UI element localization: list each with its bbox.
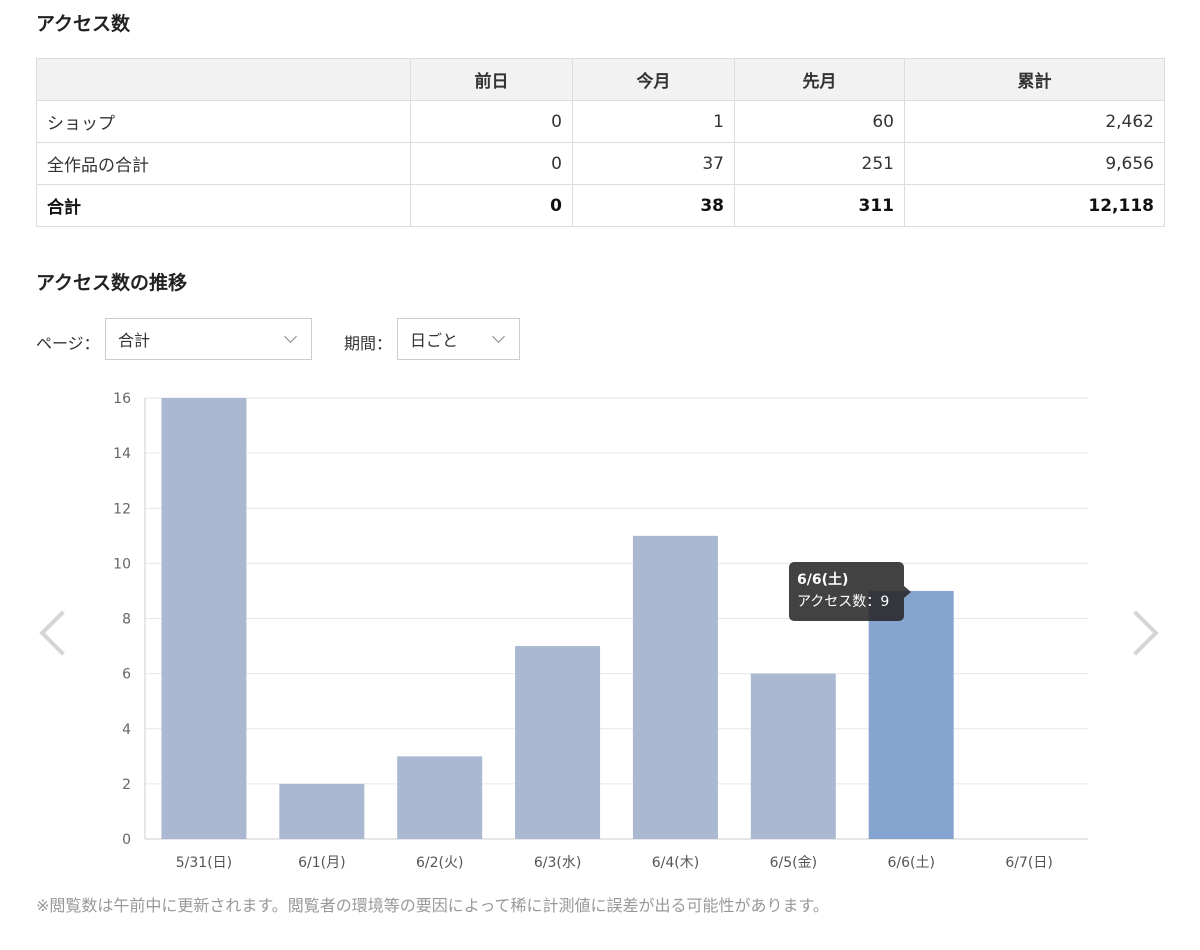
table-cell: 0 — [410, 142, 573, 185]
access-bar-chart: 0 2 4 6 8 10 12 14 16 5/31(日) 6/1(月) 6/2(火) 6/3(水) 6/… — [113, 391, 1088, 871]
bar — [632, 535, 718, 839]
y-tick-label: 12 — [113, 501, 131, 517]
table-cell: 12,118 — [904, 184, 1165, 227]
chevron-left-icon — [39, 610, 85, 656]
table-cell: 0 — [410, 100, 573, 143]
table-header-row: 前日 今月 先月 累計 — [36, 58, 1165, 101]
column-header-cumulative: 累計 — [904, 58, 1165, 101]
row-label: ショップ — [36, 100, 411, 143]
x-tick-label: 5/31(日) — [176, 855, 232, 871]
table-cell: 38 — [572, 184, 735, 227]
previous-period-button[interactable] — [30, 606, 85, 660]
tooltip-series-label: アクセス数 — [797, 594, 867, 610]
column-header-previous-day: 前日 — [410, 58, 573, 101]
footnote: ※閲覧数は午前中に更新されます。閲覧者の環境等の要因によって稀に計測値に誤差が出… — [36, 896, 829, 915]
table-cell: 251 — [734, 142, 905, 185]
table-cell: 60 — [734, 100, 905, 143]
table-cell: 311 — [734, 184, 905, 227]
bar — [161, 398, 247, 839]
table-cell: 9,656 — [904, 142, 1165, 185]
total-row-label: 合計 — [36, 184, 411, 227]
x-tick-label: 6/6(土) — [887, 855, 934, 871]
x-tick-label: 6/1(月) — [298, 855, 345, 871]
period-select[interactable]: 日ごと — [397, 318, 520, 360]
page-filter-label: ページ： — [36, 334, 100, 353]
period-select-value: 日ごと — [410, 331, 459, 350]
bar — [750, 673, 836, 839]
x-tick-label: 6/3(水) — [534, 855, 581, 871]
y-tick-label: 0 — [122, 832, 131, 848]
table-cell: 2,462 — [904, 100, 1165, 143]
y-tick-label: 8 — [122, 612, 131, 628]
y-tick-label: 2 — [122, 777, 131, 793]
x-tick-label: 6/5(金) — [770, 855, 817, 871]
column-header — [36, 58, 411, 101]
table-cell: 1 — [572, 100, 735, 143]
table-row: 全作品の合計 0 37 251 9,656 — [36, 142, 1165, 185]
table-row: ショップ 0 1 60 2,462 — [36, 100, 1165, 143]
bar — [515, 646, 601, 839]
bar — [397, 756, 483, 839]
period-filter-label: 期間： — [344, 334, 393, 353]
row-label: 全作品の合計 — [36, 142, 411, 185]
tooltip-value: 9 — [880, 594, 890, 610]
chevron-right-icon — [1113, 610, 1159, 656]
x-tick-label: 6/4(木) — [652, 855, 699, 871]
x-tick-label: 6/7(日) — [1005, 855, 1052, 871]
next-period-button[interactable] — [1113, 606, 1168, 660]
y-tick-label: 10 — [113, 556, 131, 572]
tooltip-separator: ： — [866, 594, 881, 610]
y-tick-label: 14 — [113, 446, 131, 462]
y-tick-label: 4 — [122, 722, 131, 738]
trend-section-title: アクセス数の推移 — [36, 272, 188, 294]
page-select-value: 合計 — [118, 331, 151, 350]
chart-tooltip: 6/6(土) アクセス数：9 — [789, 562, 911, 621]
table-total-row: 合計 0 38 311 12,118 — [36, 184, 1165, 227]
y-tick-label: 16 — [113, 391, 131, 407]
column-header-this-month: 今月 — [572, 58, 735, 101]
bar — [868, 590, 954, 839]
chevron-down-icon — [284, 330, 297, 343]
tooltip-title: 6/6(土) — [797, 572, 849, 588]
table-cell: 0 — [410, 184, 573, 227]
bar — [279, 783, 365, 839]
x-tick-label: 6/2(火) — [416, 855, 463, 871]
column-header-last-month: 先月 — [734, 58, 905, 101]
access-section-title: アクセス数 — [36, 13, 131, 35]
y-tick-label: 6 — [122, 667, 131, 683]
page-select[interactable]: 合計 — [105, 318, 312, 360]
chevron-down-icon — [492, 330, 505, 343]
access-stats-table: 前日 今月 先月 累計 ショップ 0 1 60 2,462 全作品の合計 0 3… — [36, 58, 1165, 227]
table-cell: 37 — [572, 142, 735, 185]
